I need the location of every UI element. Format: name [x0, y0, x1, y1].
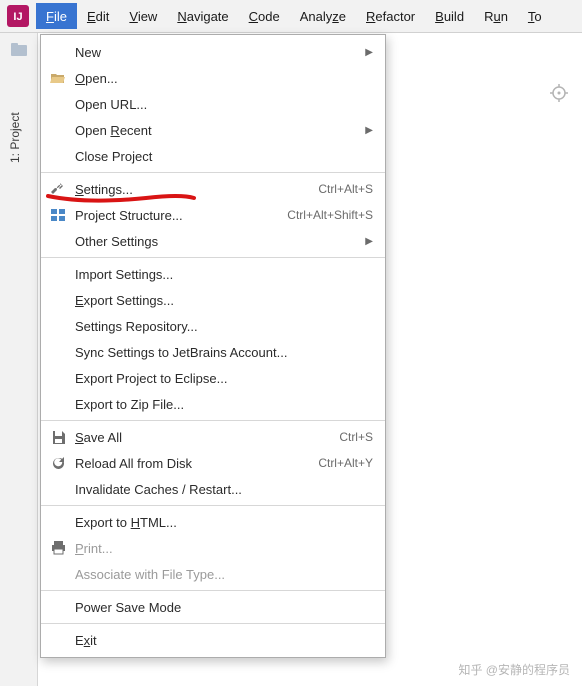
menu-item-project-structure[interactable]: Project Structure... Ctrl+Alt+Shift+S	[41, 202, 385, 228]
menu-item-label: Print...	[75, 541, 373, 556]
structure-icon	[47, 206, 69, 224]
menu-item-label: Close Project	[75, 149, 373, 164]
blank-icon	[47, 513, 69, 531]
menu-item-export-to-zip-file[interactable]: Export to Zip File...	[41, 391, 385, 417]
menu-item-label: Export Settings...	[75, 293, 373, 308]
menu-item-export-project-to-eclipse[interactable]: Export Project to Eclipse...	[41, 365, 385, 391]
blank-icon	[47, 317, 69, 335]
svg-text:IJ: IJ	[13, 11, 22, 23]
separator	[41, 420, 385, 421]
menu-item-label: Export Project to Eclipse...	[75, 371, 373, 386]
shortcut: Ctrl+Alt+Shift+S	[287, 208, 373, 222]
menu-item-reload-all-from-disk[interactable]: Reload All from Disk Ctrl+Alt+Y	[41, 450, 385, 476]
menu-item-label: Power Save Mode	[75, 600, 373, 615]
menu-run[interactable]: Run	[474, 3, 518, 29]
separator	[41, 505, 385, 506]
shortcut: Ctrl+Alt+S	[318, 182, 373, 196]
menu-analyze[interactable]: Analyze	[290, 3, 356, 29]
blank-icon	[47, 598, 69, 616]
wrench-icon	[47, 180, 69, 198]
blank-icon	[47, 95, 69, 113]
menu-item-label: New	[75, 45, 357, 60]
menu-item-label: Settings Repository...	[75, 319, 373, 334]
blank-icon	[47, 147, 69, 165]
menu-item-open-url[interactable]: Open URL...	[41, 91, 385, 117]
folder-open-icon	[47, 69, 69, 87]
save-icon	[47, 428, 69, 446]
blank-icon	[47, 631, 69, 649]
menu-item-export-to-html[interactable]: Export to HTML...	[41, 509, 385, 535]
menu-item-new[interactable]: New ▶	[41, 39, 385, 65]
menu-item-label: Associate with File Type...	[75, 567, 373, 582]
menu-item-open-recent[interactable]: Open Recent ▶	[41, 117, 385, 143]
chevron-right-icon: ▶	[365, 125, 373, 136]
menu-item-other-settings[interactable]: Other Settings ▶	[41, 228, 385, 254]
separator	[41, 172, 385, 173]
menu-item-exit[interactable]: Exit	[41, 627, 385, 653]
menu-view[interactable]: View	[119, 3, 167, 29]
blank-icon	[47, 232, 69, 250]
menu-edit[interactable]: Edit	[77, 3, 119, 29]
menu-item-label: Open Recent	[75, 123, 357, 138]
menu-item-sync-settings-to-jetbrains-account[interactable]: Sync Settings to JetBrains Account...	[41, 339, 385, 365]
menu-item-settings-repository[interactable]: Settings Repository...	[41, 313, 385, 339]
blank-icon	[47, 395, 69, 413]
blank-icon	[47, 43, 69, 61]
menu-navigate[interactable]: Navigate	[167, 3, 238, 29]
menu-item-label: Export to Zip File...	[75, 397, 373, 412]
menu-item-label: Export to HTML...	[75, 515, 373, 530]
chevron-right-icon: ▶	[365, 47, 373, 58]
menu-item-associate-with-file-type: Associate with File Type...	[41, 561, 385, 587]
menu-item-label: Project Structure...	[75, 208, 277, 223]
menu-build[interactable]: Build	[425, 3, 474, 29]
blank-icon	[47, 121, 69, 139]
menu-to[interactable]: To	[518, 3, 552, 29]
target-icon[interactable]	[550, 84, 568, 105]
menu-item-label: Import Settings...	[75, 267, 373, 282]
menubar: IJ FileEditViewNavigateCodeAnalyzeRefact…	[0, 0, 582, 33]
blank-icon	[47, 565, 69, 583]
menu-item-label: Save All	[75, 430, 329, 445]
menu-item-label: Invalidate Caches / Restart...	[75, 482, 373, 497]
menu-item-label: Open URL...	[75, 97, 373, 112]
menu-code[interactable]: Code	[239, 3, 290, 29]
separator	[41, 623, 385, 624]
reload-icon	[47, 454, 69, 472]
menu-refactor[interactable]: Refactor	[356, 3, 425, 29]
menu-item-power-save-mode[interactable]: Power Save Mode	[41, 594, 385, 620]
menu-item-open[interactable]: Open...	[41, 65, 385, 91]
menu-item-invalidate-caches-restart[interactable]: Invalidate Caches / Restart...	[41, 476, 385, 502]
file-menu-dropdown: New ▶ Open... Open URL... Open Recent ▶ Close …	[40, 34, 386, 658]
project-panel-icon[interactable]	[7, 39, 31, 61]
menu-item-label: Other Settings	[75, 234, 357, 249]
blank-icon	[47, 369, 69, 387]
blank-icon	[47, 291, 69, 309]
menu-item-close-project[interactable]: Close Project	[41, 143, 385, 169]
menu-item-label: Settings...	[75, 182, 308, 197]
menu-item-label: Exit	[75, 633, 373, 648]
blank-icon	[47, 480, 69, 498]
app-icon: IJ	[4, 2, 32, 30]
blank-icon	[47, 343, 69, 361]
print-icon	[47, 539, 69, 557]
watermark: 知乎 @安静的程序员	[458, 661, 570, 678]
menu-item-export-settings[interactable]: Export Settings...	[41, 287, 385, 313]
menu-item-save-all[interactable]: Save All Ctrl+S	[41, 424, 385, 450]
separator	[41, 257, 385, 258]
menu-item-print: Print...	[41, 535, 385, 561]
menu-item-settings[interactable]: Settings... Ctrl+Alt+S	[41, 176, 385, 202]
left-gutter: 1: Project	[0, 33, 38, 686]
menu-item-label: Open...	[75, 71, 373, 86]
separator	[41, 590, 385, 591]
menu-file[interactable]: File	[36, 3, 77, 29]
menu-item-import-settings[interactable]: Import Settings...	[41, 261, 385, 287]
shortcut: Ctrl+S	[339, 430, 373, 444]
menu-item-label: Reload All from Disk	[75, 456, 308, 471]
blank-icon	[47, 265, 69, 283]
chevron-right-icon: ▶	[365, 236, 373, 247]
project-tab[interactable]: 1: Project	[6, 106, 24, 169]
shortcut: Ctrl+Alt+Y	[318, 456, 373, 470]
menu-item-label: Sync Settings to JetBrains Account...	[75, 345, 373, 360]
